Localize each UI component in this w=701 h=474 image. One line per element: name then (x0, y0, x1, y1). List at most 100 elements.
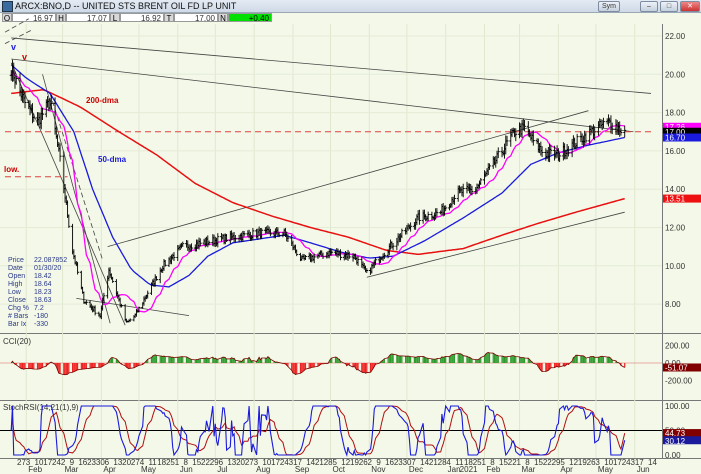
price-bar (267, 226, 271, 235)
price-bar (466, 183, 470, 192)
price-bar (580, 133, 584, 146)
price-bar (339, 249, 343, 261)
price-bar (616, 121, 620, 136)
price-bar (79, 270, 83, 290)
price-bar (496, 147, 500, 159)
price-bar (321, 252, 325, 260)
open-value: 16.97 (12, 13, 56, 23)
trendline (11, 37, 652, 94)
date-tick-label: 20 (236, 458, 245, 467)
price-bar (412, 222, 416, 230)
price-bar (225, 233, 229, 243)
date-tick-label: 14 (648, 458, 657, 467)
price-bar (233, 234, 237, 243)
price-bar (81, 286, 85, 294)
date-tick-label: 20 (122, 458, 131, 467)
price-bar (509, 128, 513, 147)
info-value: -330 (34, 321, 49, 328)
price-bar (566, 146, 570, 157)
date-tick-label: 11 (455, 458, 464, 467)
price-bar (444, 205, 448, 212)
price-bar (298, 252, 302, 262)
price-bar (211, 234, 215, 247)
price-bar (213, 236, 217, 247)
date-tick-label: 31 (289, 458, 298, 467)
price-bar (158, 267, 162, 284)
date-tick-label: 1 (175, 458, 180, 467)
price-bar (504, 135, 508, 155)
close-button[interactable]: ✕ (680, 1, 700, 12)
month-label: Sep (295, 465, 310, 474)
info-value: 01/30/20 (34, 265, 62, 272)
price-bar (407, 224, 411, 230)
info-row: Chg % 7.2 (8, 305, 67, 313)
price-bar (240, 232, 244, 243)
price-bar (539, 141, 543, 156)
price-bar (511, 127, 515, 134)
low-value: 16.92 (120, 13, 164, 23)
price-bar (579, 131, 583, 143)
price-bar (162, 258, 166, 271)
price-bar (132, 315, 136, 322)
price-bar (54, 126, 58, 139)
price-bar (107, 267, 111, 281)
price-bar (251, 228, 255, 241)
price-bar (31, 103, 35, 124)
price-tick-label: 20.00 (665, 70, 686, 79)
trendline (107, 110, 589, 248)
price-bar (118, 297, 122, 308)
month-label: Mar (65, 465, 79, 474)
price-bar (469, 184, 473, 195)
price-bar (460, 186, 464, 197)
marker-v-blue: v (11, 42, 16, 52)
cci-value-label: -51.07 (665, 363, 688, 372)
price-bar (545, 149, 549, 159)
price-bar (564, 149, 568, 160)
price-bar (518, 122, 522, 139)
minimize-button[interactable]: – (640, 1, 658, 12)
price-chart[interactable]: Feb Mar Apr May Jun Jul Aug Sep Oct Nov Dec Jan Feb M… (0, 0, 701, 474)
date-tick-label: 18 (464, 458, 473, 467)
date-tick-label: 26 (587, 458, 596, 467)
price-bar (193, 244, 197, 252)
price-bar (119, 303, 123, 308)
date-tick-label: 21 (429, 458, 438, 467)
date-tick-label: 2 (368, 458, 373, 467)
maximize-button[interactable]: □ (660, 1, 678, 12)
price-bar (589, 125, 593, 136)
date-tick-label: 23 (87, 458, 96, 467)
price-bar (127, 319, 131, 323)
price-bar (500, 146, 504, 158)
date-tick-label: 10 (604, 458, 613, 467)
price-bar (9, 69, 13, 81)
price-tag-label: 17.26 (665, 123, 686, 132)
price-tag (663, 122, 701, 131)
price-bar (290, 234, 294, 247)
price-bar (554, 149, 558, 159)
price-panel (0, 24, 662, 333)
cci-histogram (11, 352, 626, 375)
info-row: # Bars -180 (8, 313, 67, 321)
price-bar (48, 98, 52, 111)
date-tick-label: 5 (560, 458, 565, 467)
price-tick-label: 22.00 (665, 32, 686, 41)
price-bar (456, 185, 460, 202)
price-bar (93, 305, 97, 316)
price-bar (503, 143, 507, 159)
price-bar (531, 130, 535, 146)
month-label: Oct (332, 465, 345, 474)
price-bar (163, 259, 167, 267)
month-label: Jan (448, 465, 461, 474)
price-bar (97, 311, 101, 317)
price-bar (538, 142, 542, 154)
sym-button[interactable]: Sym (598, 1, 620, 12)
date-tick-label: 25 (166, 458, 175, 467)
price-bar (352, 253, 356, 260)
info-box: Price 22.087852 Date 01/30/20 Open 18.42 High 1… (8, 257, 67, 329)
price-bar (74, 260, 78, 267)
price-bar (609, 115, 613, 134)
price-bar (116, 291, 120, 299)
price-bar (513, 128, 517, 138)
price-bar (186, 240, 190, 251)
window-title: ARCX:BNO,D -- UNITED STS BRENT OIL FD LP… (15, 1, 237, 11)
